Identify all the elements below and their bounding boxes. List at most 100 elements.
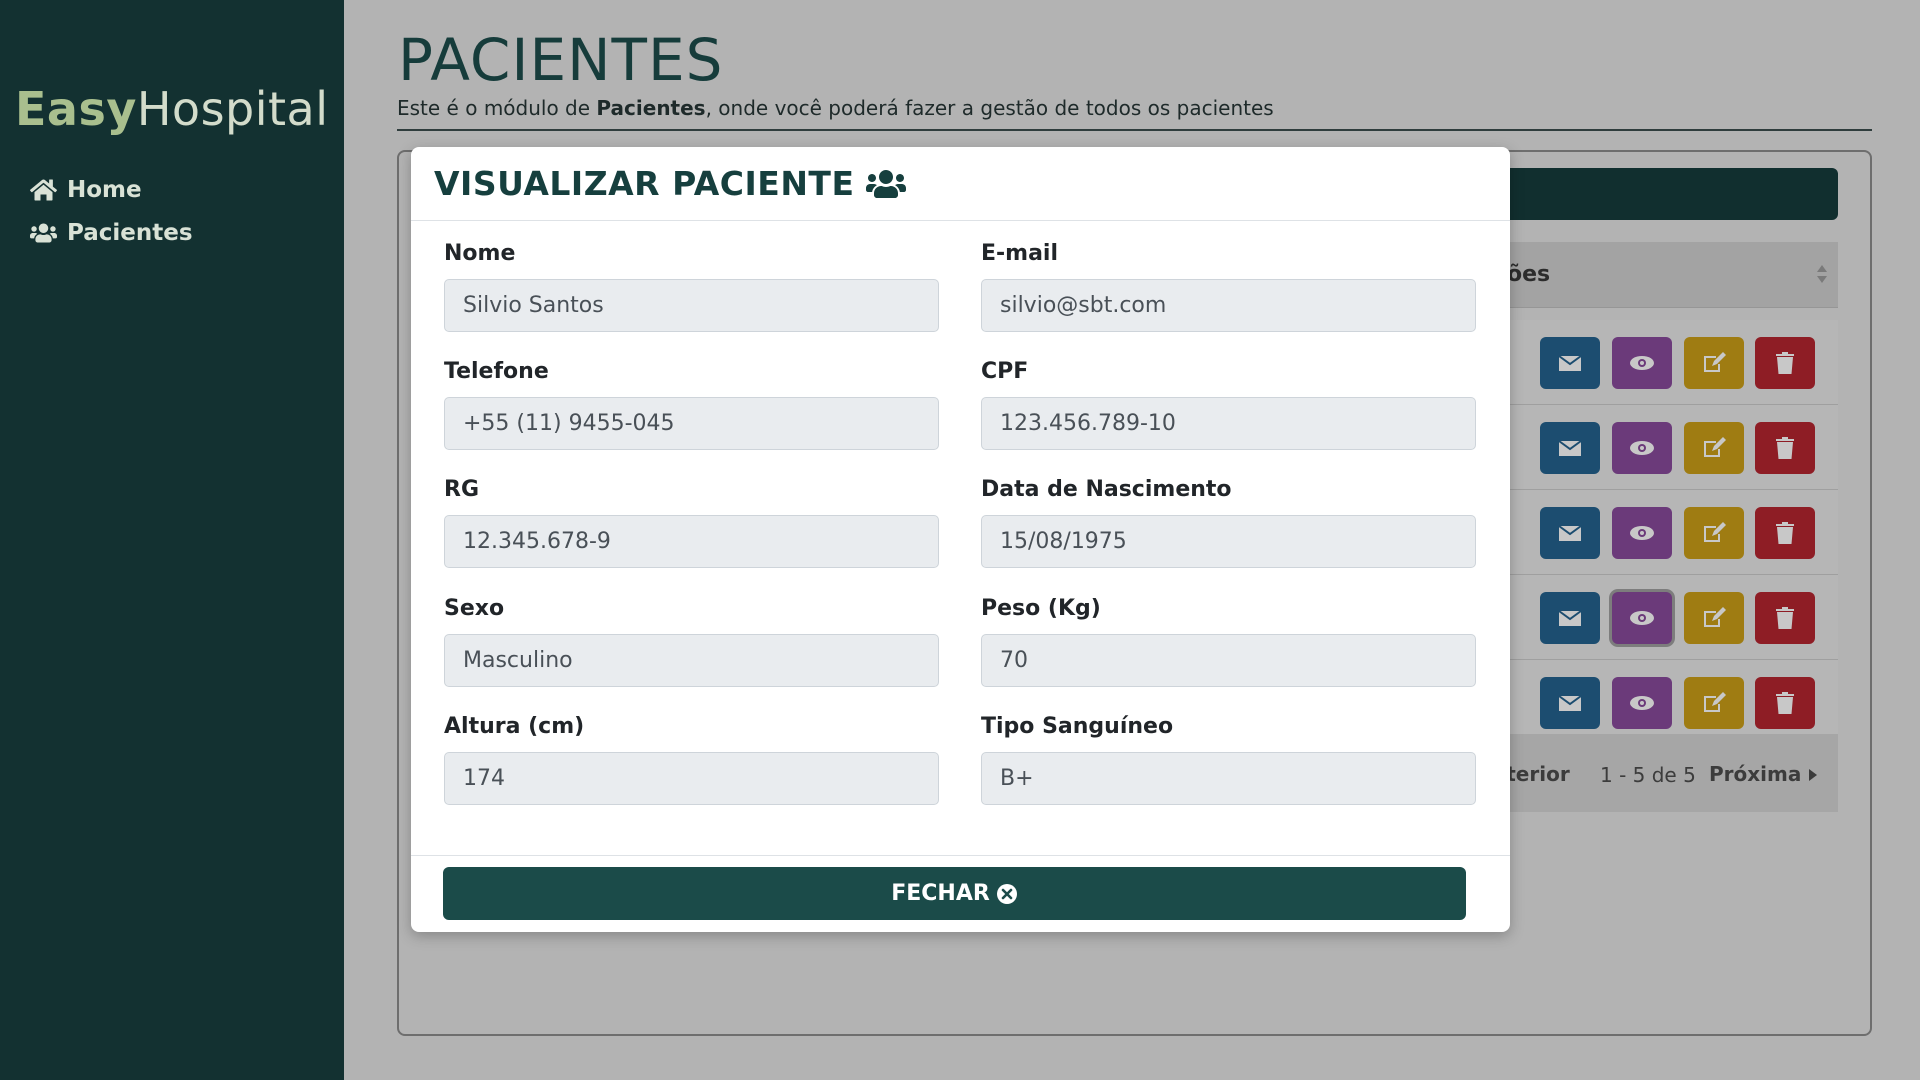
subtitle-pre: Este é o módulo de	[397, 96, 597, 120]
table-row	[1460, 405, 1838, 490]
trash-action-button[interactable]	[1755, 677, 1815, 729]
envelope-action-button[interactable]	[1540, 337, 1600, 389]
caret-right-icon	[1809, 769, 1818, 781]
label-cpf: CPF	[981, 359, 1029, 384]
sidebar-item-home[interactable]: Home	[30, 168, 193, 211]
field-sangue: Tipo Sanguíneo	[981, 714, 1476, 805]
edit-action-button[interactable]	[1684, 677, 1744, 729]
view-patient-modal: VISUALIZAR PACIENTE Nome E-mail Telefone…	[411, 147, 1510, 932]
trash-icon	[1776, 352, 1794, 374]
close-button-label: FECHAR	[891, 881, 990, 906]
envelope-icon	[1558, 610, 1582, 626]
trash-icon	[1776, 607, 1794, 629]
trash-action-button[interactable]	[1755, 337, 1815, 389]
pagination-count: 1 - 5 de 5	[1600, 763, 1696, 787]
users-icon	[865, 169, 906, 198]
field-cpf: CPF	[981, 359, 1476, 450]
sidebar-item-pacientes[interactable]: Pacientes	[30, 211, 193, 254]
sidebar-item-label: Home	[67, 176, 142, 203]
envelope-action-button[interactable]	[1540, 422, 1600, 474]
eye-icon	[1630, 696, 1654, 710]
trash-action-button[interactable]	[1755, 592, 1815, 644]
envelope-action-button[interactable]	[1540, 677, 1600, 729]
subtitle-post: , onde você poderá fazer a gestão de tod…	[705, 96, 1274, 120]
field-email: E-mail	[981, 241, 1476, 332]
sidebar-nav: Home Pacientes	[30, 168, 193, 254]
edit-icon	[1704, 352, 1726, 372]
table-row	[1460, 320, 1838, 405]
sidebar: EasyHospital Home Pacientes	[0, 0, 344, 1080]
trash-icon	[1776, 692, 1794, 714]
envelope-action-button[interactable]	[1540, 592, 1600, 644]
label-peso: Peso (Kg)	[981, 596, 1101, 621]
envelope-action-button[interactable]	[1540, 507, 1600, 559]
modal-footer	[411, 855, 1510, 856]
eye-action-button[interactable]	[1612, 592, 1672, 644]
altura-input[interactable]	[444, 752, 939, 805]
field-peso: Peso (Kg)	[981, 596, 1476, 687]
envelope-icon	[1558, 525, 1582, 541]
eye-action-button[interactable]	[1612, 337, 1672, 389]
eye-icon	[1630, 611, 1654, 625]
users-icon	[30, 223, 57, 242]
table-row	[1460, 575, 1838, 660]
modal-header: VISUALIZAR PACIENTE	[411, 147, 1510, 221]
label-nome: Nome	[444, 241, 516, 266]
trash-icon	[1776, 522, 1794, 544]
new-patient-button[interactable]	[1480, 168, 1838, 220]
brand-hospital: Hospital	[136, 82, 329, 136]
trash-action-button[interactable]	[1755, 507, 1815, 559]
sort-icon[interactable]	[1816, 264, 1828, 284]
sangue-input[interactable]	[981, 752, 1476, 805]
telefone-input[interactable]	[444, 397, 939, 450]
close-circle-icon	[996, 883, 1017, 904]
rg-input[interactable]	[444, 515, 939, 568]
table-row	[1460, 660, 1838, 745]
peso-input[interactable]	[981, 634, 1476, 687]
field-rg: RG	[444, 477, 939, 568]
pagination: nterior 1 - 5 de 5 Próxima	[1480, 734, 1838, 812]
nome-input[interactable]	[444, 279, 939, 332]
edit-action-button[interactable]	[1684, 592, 1744, 644]
eye-action-button[interactable]	[1612, 507, 1672, 559]
header-divider	[397, 129, 1872, 131]
sexo-input[interactable]	[444, 634, 939, 687]
envelope-icon	[1558, 355, 1582, 371]
edit-action-button[interactable]	[1684, 337, 1744, 389]
edit-icon	[1704, 437, 1726, 457]
label-rg: RG	[444, 477, 479, 502]
field-nascimento: Data de Nascimento	[981, 477, 1476, 568]
nascimento-input[interactable]	[981, 515, 1476, 568]
home-icon	[30, 178, 57, 200]
brand-logo[interactable]: EasyHospital	[15, 82, 329, 136]
eye-action-button[interactable]	[1612, 677, 1672, 729]
table-row	[1460, 490, 1838, 575]
edit-icon	[1704, 522, 1726, 542]
page-title: PACIENTES	[398, 26, 724, 94]
brand-easy: Easy	[15, 82, 137, 136]
close-button[interactable]: FECHAR	[443, 867, 1466, 920]
field-sexo: Sexo	[444, 596, 939, 687]
pagination-next[interactable]: Próxima	[1709, 762, 1818, 786]
trash-icon	[1776, 437, 1794, 459]
field-telefone: Telefone	[444, 359, 939, 450]
eye-action-button[interactable]	[1612, 422, 1672, 474]
label-sangue: Tipo Sanguíneo	[981, 714, 1174, 739]
subtitle-bold: Pacientes	[596, 96, 706, 120]
edit-action-button[interactable]	[1684, 507, 1744, 559]
sidebar-item-label: Pacientes	[67, 219, 193, 246]
label-sexo: Sexo	[444, 596, 505, 621]
page-subtitle: Este é o módulo de Pacientes, onde você …	[397, 96, 1274, 120]
field-altura: Altura (cm)	[444, 714, 939, 805]
column-header-acoes[interactable]: ões	[1507, 262, 1550, 287]
edit-action-button[interactable]	[1684, 422, 1744, 474]
eye-icon	[1630, 356, 1654, 370]
label-telefone: Telefone	[444, 359, 549, 384]
label-email: E-mail	[981, 241, 1059, 266]
cpf-input[interactable]	[981, 397, 1476, 450]
edit-icon	[1704, 692, 1726, 712]
email-input[interactable]	[981, 279, 1476, 332]
pagination-next-label: Próxima	[1709, 762, 1802, 786]
edit-icon	[1704, 607, 1726, 627]
trash-action-button[interactable]	[1755, 422, 1815, 474]
